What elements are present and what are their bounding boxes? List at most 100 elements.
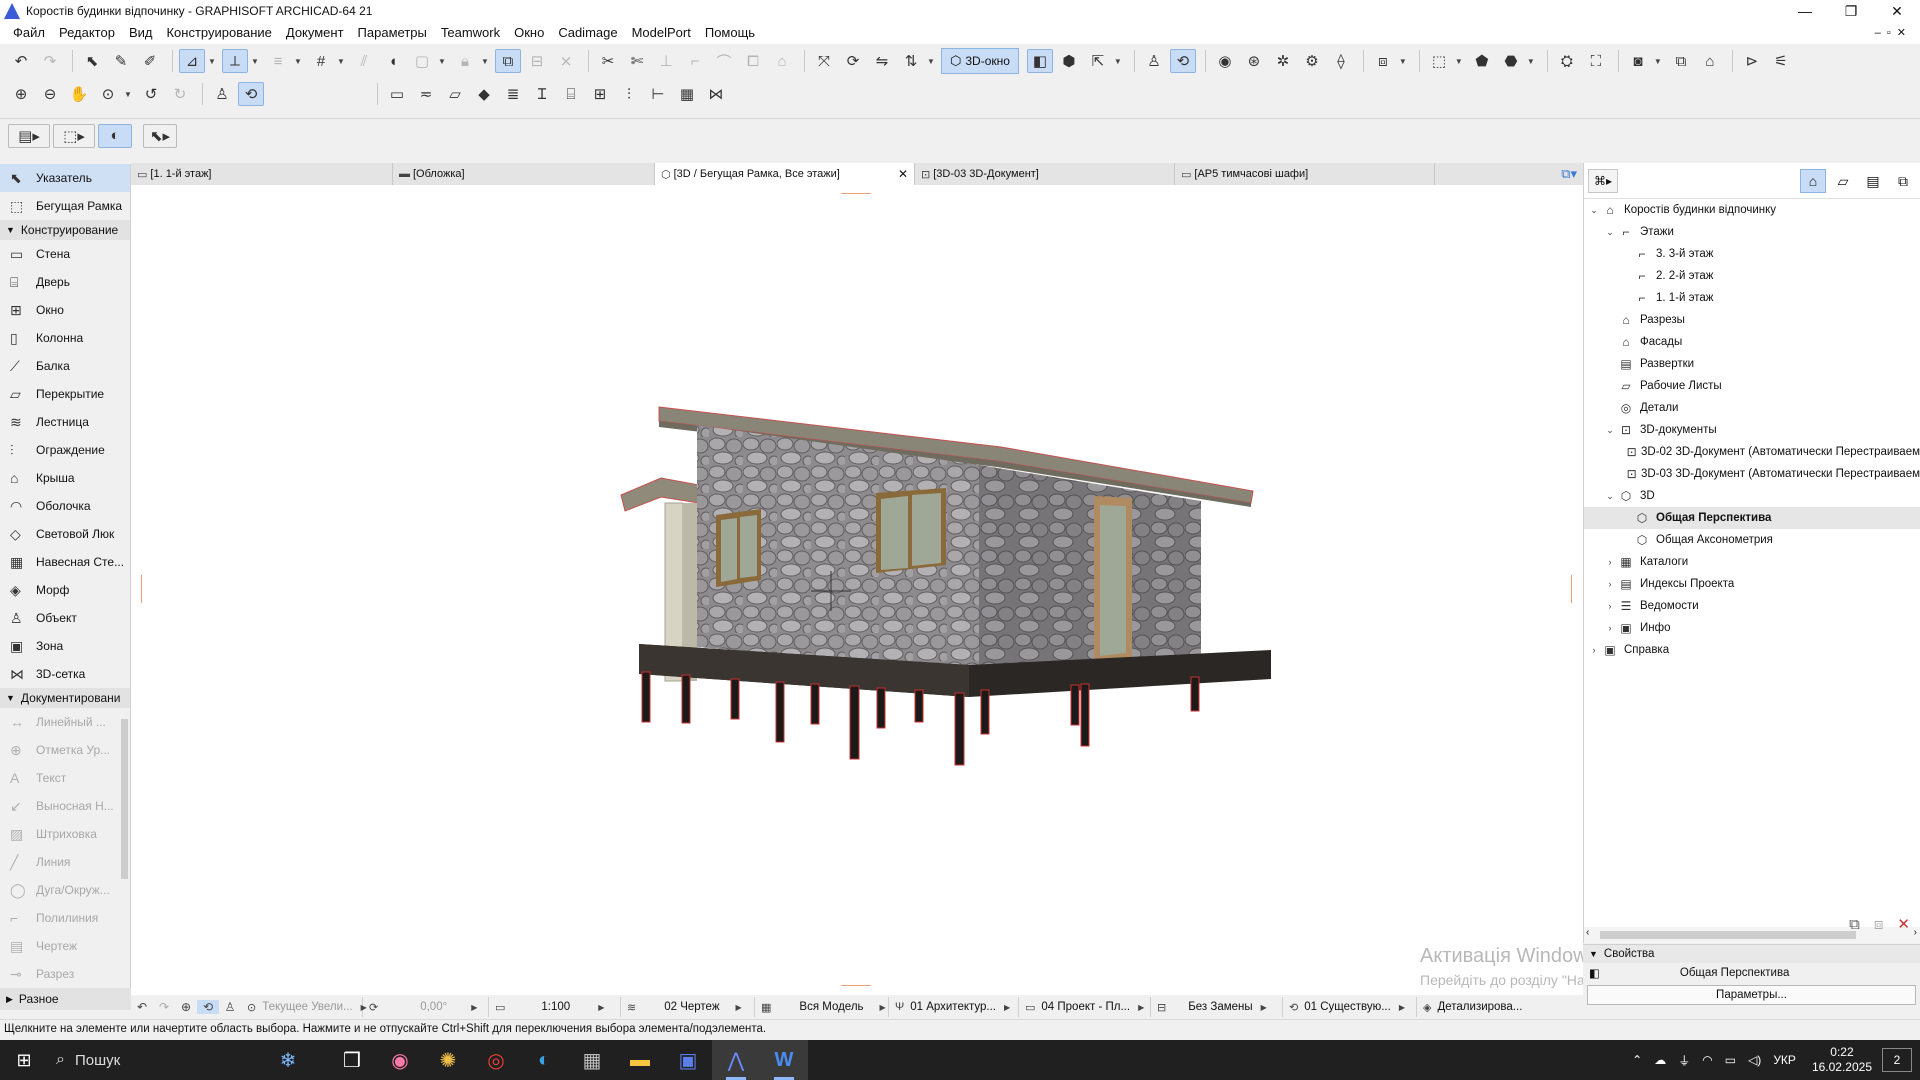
chevron-down-icon[interactable]: ▼ xyxy=(124,90,134,99)
save-app-icon[interactable]: ▣ xyxy=(664,1040,712,1080)
model-view-options-dropdown[interactable]: ▭ 04 Проект - Пл... ▶ xyxy=(1019,997,1151,1017)
chevron-up-icon[interactable]: ⌃ xyxy=(1632,1053,1642,1067)
select-icon[interactable]: ⬉ xyxy=(79,49,105,73)
navigator-item[interactable]: ⌄ ⬡ 3D xyxy=(1584,485,1920,507)
layer-icon[interactable]: ≡ xyxy=(265,49,291,73)
close-button[interactable]: ✕ xyxy=(1874,0,1920,22)
chevron-down-icon[interactable]: ▼ xyxy=(481,57,491,66)
toolbox-group-documentation[interactable]: ▼ Документировани xyxy=(0,688,130,708)
navigator-item[interactable]: ⊡ 3D-02 3D-Документ (Автоматически Перест… xyxy=(1584,441,1920,463)
word-icon[interactable]: W xyxy=(760,1040,808,1080)
zoom-icon[interactable]: ⊕ xyxy=(175,1000,197,1014)
navigator-item[interactable]: ▤ Развертки xyxy=(1584,353,1920,375)
tool-beam[interactable]: ⟋ Балка xyxy=(0,352,130,380)
explode-icon[interactable]: ⬣ xyxy=(1498,49,1524,73)
close-tab-icon[interactable]: ✕ xyxy=(898,167,908,181)
pen-set-dropdown[interactable]: Ψ 01 Архитектур... ▶ xyxy=(889,997,1019,1017)
tool-morph[interactable]: ◈ Морф xyxy=(0,576,130,604)
graphic-override-dropdown[interactable]: ⊟ Без Замены ▶ xyxy=(1151,997,1283,1017)
tab-3d-document[interactable]: ⊡ [3D-03 3D-Документ] xyxy=(915,163,1175,185)
chevron-right-icon[interactable]: › xyxy=(1588,645,1600,655)
orbit-mode-icon[interactable]: ⟲ xyxy=(238,82,264,106)
structural-display-dropdown[interactable]: ◈ Детализирова... xyxy=(1417,997,1537,1017)
chevron-down-icon[interactable]: ▼ xyxy=(1114,57,1124,66)
chevron-right-icon[interactable]: › xyxy=(1604,601,1616,611)
trim-icon[interactable]: ✄ xyxy=(624,49,650,73)
navigation-icon[interactable]: ⇱ xyxy=(1085,49,1111,73)
clock[interactable]: 0:22 16.02.2025 xyxy=(1812,1045,1872,1075)
orbit-quick-icon[interactable]: ⟲ xyxy=(197,1000,219,1014)
navigator-item[interactable]: ⌄ ⌐ Этажи xyxy=(1584,221,1920,243)
navigator-item[interactable]: › ▣ Инфо xyxy=(1584,617,1920,639)
railing-tool-icon[interactable]: ⫶ xyxy=(616,82,642,106)
explore-walk-icon[interactable]: ♙ xyxy=(209,82,235,106)
undo-icon[interactable]: ↶ xyxy=(8,49,34,73)
element-settings-icon[interactable]: ▤▸ xyxy=(8,123,50,148)
lock-icon[interactable]: 🔒︎ xyxy=(452,49,478,73)
chevron-down-icon[interactable]: ▼ xyxy=(927,57,937,66)
navigator-item[interactable]: ⌐ 1. 1-й этаж xyxy=(1584,287,1920,309)
tool-column[interactable]: ▯ Колонна xyxy=(0,324,130,352)
tool-marquee[interactable]: ⬚ Бегущая Рамка xyxy=(0,192,130,220)
3d-filter-icon[interactable]: ⊛ xyxy=(1241,49,1267,73)
scale-dropdown[interactable]: ▭ 1:100 ▶ xyxy=(489,997,621,1017)
file-explorer-icon[interactable]: ▬ xyxy=(616,1040,664,1080)
navigator-item[interactable]: › ▤ Индексы Проекта xyxy=(1584,573,1920,595)
menu-cadimage[interactable]: Cadimage xyxy=(551,22,624,44)
beam-tool-icon[interactable]: ≂ xyxy=(413,82,439,106)
minimize-button[interactable]: — xyxy=(1782,0,1828,22)
tab-ar5-layout[interactable]: ▭ [АР5 тимчасові шафи] xyxy=(1175,163,1435,185)
chevron-down-icon[interactable]: ▼ xyxy=(1654,57,1664,66)
suspend-groups-icon[interactable]: ⧉ xyxy=(495,49,521,73)
navigator-item[interactable]: ⬡ Общая Аксонометрия xyxy=(1584,529,1920,551)
menu-design[interactable]: Конструирование xyxy=(159,22,278,44)
tool-curtain-wall[interactable]: ▦ Навесная Сте... xyxy=(0,548,130,576)
gravity-icon[interactable]: ⟂ xyxy=(222,49,248,73)
mdi-window-controls[interactable]: –▫✕ xyxy=(1875,22,1912,44)
view-map-icon[interactable]: ▱ xyxy=(1830,169,1856,193)
sun-study-icon[interactable]: ⛭ xyxy=(1554,49,1580,73)
tool-window[interactable]: ⊞ Окно xyxy=(0,296,130,324)
marquee-3d-icon[interactable]: ⬚ xyxy=(1426,49,1452,73)
door-tool-icon[interactable]: ⌸ xyxy=(558,82,584,106)
fillet-icon[interactable]: ⌒ xyxy=(711,49,737,73)
archicad-taskbar-icon[interactable]: ⋀ xyxy=(712,1040,760,1080)
tool-stair[interactable]: ≋ Лестница xyxy=(0,408,130,436)
camera-icon[interactable]: ◙ xyxy=(1625,49,1651,73)
tool-object[interactable]: ♙ Объект xyxy=(0,604,130,632)
tab-cover[interactable]: ▬ [Обложка] xyxy=(393,163,655,185)
tool-text[interactable]: A Текст xyxy=(0,764,130,792)
battery-icon[interactable]: ▭ xyxy=(1725,1053,1736,1067)
task-view-icon[interactable]: ❒ xyxy=(328,1040,376,1080)
navigator-item[interactable]: › ▣ Справка xyxy=(1584,639,1920,661)
align-icon[interactable]: ⊟ xyxy=(524,49,550,73)
distribute-icon[interactable]: ⨯ xyxy=(553,49,579,73)
chevron-down-icon[interactable]: ▼ xyxy=(208,57,218,66)
grid-icon[interactable]: # xyxy=(308,49,334,73)
tool-line[interactable]: ╱ Линия xyxy=(0,848,130,876)
bimx-icon[interactable]: ⌂ xyxy=(1697,49,1723,73)
chevron-down-icon[interactable]: ⌄ xyxy=(1604,491,1616,502)
wall-tool-icon[interactable]: ▭ xyxy=(384,82,410,106)
navigator-item[interactable]: ◎ Детали xyxy=(1584,397,1920,419)
mesh-tool-icon[interactable]: ⋈ xyxy=(703,82,729,106)
menu-options[interactable]: Параметры xyxy=(351,22,434,44)
project-map-icon[interactable]: ⌂ xyxy=(1800,169,1826,193)
window-tool-icon[interactable]: ⊞ xyxy=(587,82,613,106)
menu-teamwork[interactable]: Teamwork xyxy=(434,22,507,44)
new-view-icon[interactable]: ⧉ xyxy=(1849,916,1860,933)
settings-sliders-icon[interactable]: ⚟ xyxy=(1768,49,1794,73)
pointer-option-icon[interactable]: ⬉▸ xyxy=(143,123,177,148)
chevron-down-icon[interactable]: ▼ xyxy=(1399,57,1409,66)
chevron-down-icon[interactable]: ▼ xyxy=(337,57,347,66)
navigator-item[interactable]: ⌄ ⌂ Коростів будинки відпочинку xyxy=(1584,199,1920,221)
publisher-sets-icon[interactable]: ⧉ xyxy=(1890,169,1916,193)
column-tool-icon[interactable]: Ɪ xyxy=(529,82,555,106)
axonometry-view-icon[interactable]: ⬢ xyxy=(1056,49,1082,73)
chevron-down-icon[interactable]: ⌄ xyxy=(1604,227,1616,238)
language-indicator[interactable]: УКР xyxy=(1773,1053,1796,1067)
previous-zoom-icon[interactable]: ↺ xyxy=(138,82,164,106)
copilot-widget-icon[interactable]: ❄ xyxy=(248,1040,328,1080)
cloud-icon[interactable]: ☁ xyxy=(1654,1053,1666,1067)
redo-icon[interactable]: ↷ xyxy=(37,49,63,73)
